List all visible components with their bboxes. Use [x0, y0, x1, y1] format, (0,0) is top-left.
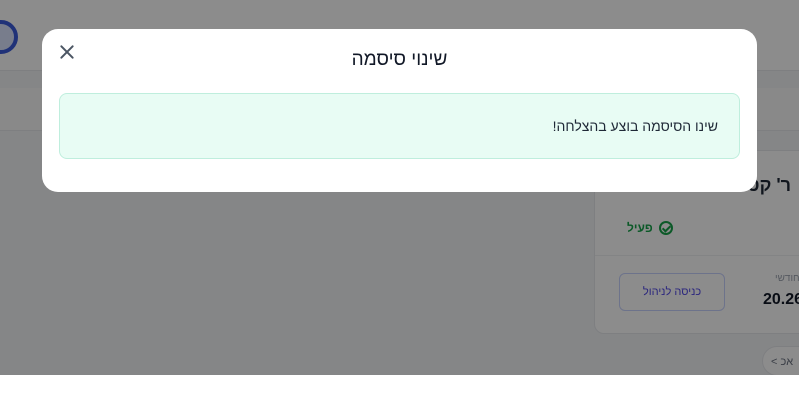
modal-title: שינוי סיסמה	[351, 49, 448, 70]
success-alert: שינו הסיסמה בוצע בהצלחה!	[59, 93, 740, 159]
success-message: שינו הסיסמה בוצע בהצלחה!	[552, 118, 718, 134]
change-password-modal: שינוי סיסמה שינו הסיסמה בוצע בהצלחה!	[42, 29, 757, 192]
